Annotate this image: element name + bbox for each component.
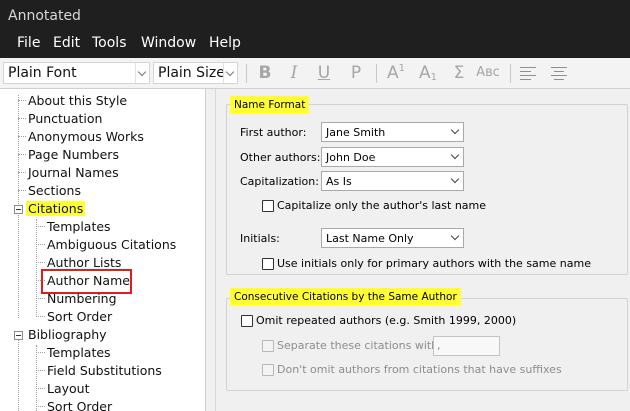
font-combo[interactable]: Plain Font bbox=[3, 62, 150, 84]
chevron-down-icon[interactable] bbox=[223, 63, 237, 83]
italic-button[interactable]: I bbox=[284, 63, 304, 83]
superscript-mark: 1 bbox=[398, 63, 406, 74]
tree-item-bibliography[interactable]: Bibliography bbox=[28, 327, 107, 342]
tree-item-citations-sort-order[interactable]: Sort Order bbox=[47, 309, 112, 324]
menu-window[interactable]: Window bbox=[141, 35, 196, 51]
use-initials-label[interactable]: Use initials only for primary authors wi… bbox=[277, 257, 591, 270]
use-initials-checkbox[interactable] bbox=[262, 258, 274, 270]
size-combo[interactable]: Plain Size bbox=[153, 62, 238, 84]
initials-select[interactable]: Last Name Only bbox=[321, 228, 464, 248]
tree-item-punctuation[interactable]: Punctuation bbox=[28, 111, 102, 126]
first-author-value: Jane Smith bbox=[326, 126, 386, 139]
subscript-icon: A bbox=[419, 63, 431, 83]
tree-item-bibliography-templates[interactable]: Templates bbox=[47, 345, 111, 360]
menu-bar: File Edit Tools Window Help bbox=[0, 32, 630, 58]
tree-item-page-numbers[interactable]: Page Numbers bbox=[28, 147, 119, 162]
tree-item-citations[interactable]: Citations bbox=[26, 201, 86, 216]
tree-item-bibliography-sort-order[interactable]: Sort Order bbox=[47, 399, 112, 411]
initials-label: Initials: bbox=[240, 232, 280, 245]
tree-item-anonymous-works[interactable]: Anonymous Works bbox=[28, 129, 144, 144]
chevron-down-icon bbox=[450, 231, 460, 241]
tree-item-layout[interactable]: Layout bbox=[47, 381, 90, 396]
toolbar-separator bbox=[510, 64, 511, 83]
capitalization-select[interactable]: As Is bbox=[321, 171, 464, 191]
format-toolbar: Plain Font Plain Size B I U P A1 A1 Σ Aʙ… bbox=[0, 58, 630, 89]
chevron-down-icon bbox=[450, 150, 460, 160]
first-author-select[interactable]: Jane Smith bbox=[321, 122, 464, 142]
align-center-icon[interactable] bbox=[551, 67, 567, 80]
collapse-icon[interactable] bbox=[14, 331, 23, 340]
small-caps-button[interactable]: Aʙc bbox=[473, 63, 503, 83]
separator-input[interactable]: , bbox=[433, 336, 500, 356]
dont-omit-checkbox[interactable] bbox=[262, 364, 274, 376]
menu-edit[interactable]: Edit bbox=[53, 35, 80, 51]
initials-value: Last Name Only bbox=[326, 232, 414, 245]
tree-item-citations-templates[interactable]: Templates bbox=[47, 219, 111, 234]
tree-item-about-this-style[interactable]: About this Style bbox=[28, 93, 127, 108]
superscript-icon: A bbox=[387, 63, 399, 83]
menu-tools[interactable]: Tools bbox=[92, 35, 127, 51]
subscript-button[interactable]: A1 bbox=[419, 63, 443, 83]
superscript-button[interactable]: A1 bbox=[387, 63, 411, 83]
capitalize-last-label[interactable]: Capitalize only the author's last name bbox=[277, 199, 486, 212]
tree-item-author-lists[interactable]: Author Lists bbox=[47, 255, 121, 270]
title-bar: Annotated bbox=[0, 0, 630, 32]
underline-button[interactable]: U bbox=[314, 63, 334, 83]
collapse-icon[interactable] bbox=[14, 205, 23, 214]
align-left-icon[interactable] bbox=[520, 67, 536, 80]
tree-item-journal-names[interactable]: Journal Names bbox=[28, 165, 119, 180]
toolbar-separator bbox=[376, 64, 377, 83]
tree-item-ambiguous-citations[interactable]: Ambiguous Citations bbox=[47, 237, 176, 252]
window-title: Annotated bbox=[8, 8, 81, 24]
style-tree: About this Style Punctuation Anonymous W… bbox=[0, 89, 206, 411]
omit-repeated-checkbox[interactable] bbox=[241, 315, 253, 327]
other-authors-select[interactable]: John Doe bbox=[321, 147, 464, 167]
plain-button[interactable]: P bbox=[346, 63, 366, 83]
chevron-down-icon bbox=[450, 125, 460, 135]
tree-item-numbering[interactable]: Numbering bbox=[47, 291, 117, 306]
bold-button[interactable]: B bbox=[255, 63, 275, 83]
tree-guide bbox=[18, 337, 19, 411]
menu-file[interactable]: File bbox=[17, 35, 40, 51]
toolbar-separator bbox=[246, 64, 247, 83]
menu-help[interactable]: Help bbox=[209, 35, 241, 51]
tree-item-sections[interactable]: Sections bbox=[28, 183, 81, 198]
capitalization-label: Capitalization: bbox=[240, 175, 319, 188]
omit-repeated-label[interactable]: Omit repeated authors (e.g. Smith 1999, … bbox=[256, 314, 516, 327]
tree-scrollbar[interactable] bbox=[206, 89, 216, 411]
subscript-mark: 1 bbox=[430, 72, 438, 83]
tree-item-author-name[interactable]: Author Name bbox=[47, 273, 130, 288]
other-authors-value: John Doe bbox=[326, 151, 376, 164]
name-format-title: Name Format bbox=[230, 96, 310, 114]
chevron-down-icon[interactable] bbox=[135, 63, 149, 83]
dont-omit-label[interactable]: Don't omit authors from citations that h… bbox=[277, 363, 562, 376]
separate-citations-label[interactable]: Separate these citations with: bbox=[277, 339, 442, 352]
size-combo-value: Plain Size bbox=[158, 65, 225, 81]
other-authors-label: Other authors: bbox=[240, 151, 321, 164]
symbol-button[interactable]: Σ bbox=[450, 63, 468, 83]
font-combo-value: Plain Font bbox=[8, 65, 77, 81]
tree-item-field-substitutions[interactable]: Field Substitutions bbox=[47, 363, 162, 378]
capitalize-last-checkbox[interactable] bbox=[262, 200, 274, 212]
separate-citations-checkbox[interactable] bbox=[262, 340, 274, 352]
capitalization-value: As Is bbox=[326, 175, 352, 188]
consecutive-citations-title: Consecutive Citations by the Same Author bbox=[230, 288, 461, 306]
chevron-down-icon bbox=[450, 174, 460, 184]
first-author-label: First author: bbox=[240, 126, 307, 139]
